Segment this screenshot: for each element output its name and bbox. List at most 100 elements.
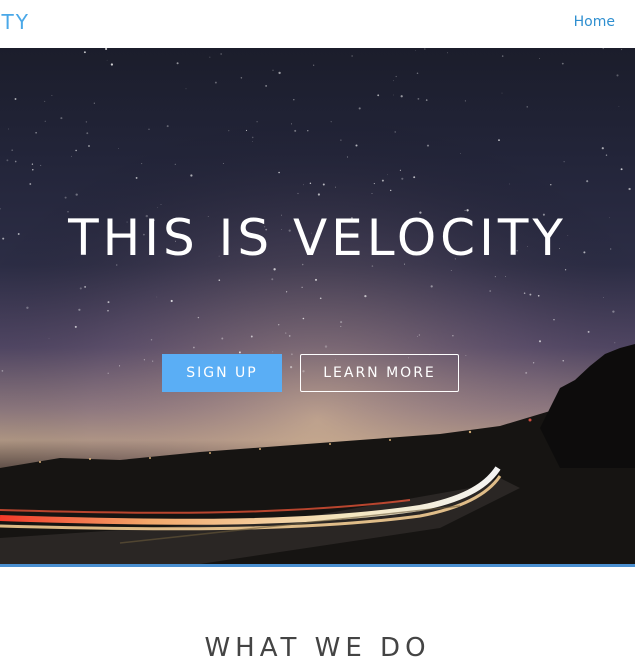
- star-dot: [351, 55, 353, 57]
- star-dot: [78, 308, 81, 311]
- star-dot: [148, 128, 150, 130]
- star-dot: [330, 121, 332, 123]
- star-dot: [459, 153, 461, 154]
- star-dot: [290, 366, 293, 369]
- star-dot: [628, 187, 631, 191]
- star-dot: [117, 147, 119, 149]
- star-dot: [71, 155, 72, 157]
- star-dot: [562, 360, 564, 362]
- navbar: VELOCITY Home: [0, 0, 635, 48]
- star-dot: [75, 149, 77, 152]
- star-dot: [603, 297, 604, 298]
- star-dot: [399, 169, 401, 171]
- star-dot: [616, 74, 619, 77]
- star-dot: [494, 276, 496, 278]
- star-dot: [278, 71, 281, 75]
- star-dot: [245, 129, 248, 131]
- star-dot: [35, 131, 37, 134]
- star-dot: [523, 292, 526, 294]
- star-dot: [291, 353, 293, 356]
- star-dot: [465, 355, 467, 356]
- star-dot: [190, 174, 193, 177]
- star-dot: [221, 337, 224, 340]
- star-dot: [509, 183, 511, 185]
- sign-up-button[interactable]: SIGN UP: [162, 354, 282, 392]
- star-dot: [313, 64, 315, 66]
- star-dot: [601, 147, 604, 150]
- star-dot: [317, 193, 320, 196]
- star-dot: [301, 286, 303, 288]
- star-dot: [505, 276, 506, 277]
- star-dot: [277, 323, 280, 326]
- star-dot: [452, 335, 454, 337]
- hero-divider: [0, 564, 635, 567]
- star-dot: [294, 129, 297, 132]
- star-dot: [252, 141, 253, 142]
- star-dot: [450, 270, 452, 271]
- star-dot: [417, 335, 418, 337]
- star-dot: [340, 139, 342, 141]
- star-dot: [309, 182, 312, 185]
- star-dot: [64, 196, 67, 199]
- learn-more-button[interactable]: LEARN MORE: [300, 354, 459, 392]
- star-dot: [307, 130, 309, 132]
- star-dot: [119, 365, 121, 367]
- star-dot: [389, 189, 392, 192]
- star-dot: [395, 75, 397, 78]
- star-dot: [197, 316, 200, 319]
- star-dot: [293, 98, 295, 101]
- star-dot: [529, 293, 532, 296]
- star-dot: [621, 49, 623, 51]
- star-dot: [501, 92, 503, 94]
- star-dot: [334, 186, 336, 188]
- star-dot: [340, 321, 343, 324]
- star-dot: [297, 192, 299, 195]
- star-dot: [88, 145, 90, 147]
- hero-banner: THIS IS VELOCITY SIGN UP LEARN MORE: [0, 48, 635, 564]
- star-dot: [83, 51, 86, 54]
- star-dot: [220, 53, 222, 55]
- star-dot: [209, 56, 211, 58]
- star-dot: [107, 309, 109, 312]
- star-dot: [85, 121, 88, 123]
- star-dot: [51, 95, 53, 96]
- star-dot: [501, 55, 504, 57]
- star-dot: [48, 338, 50, 340]
- star-dot: [602, 48, 604, 50]
- star-dot: [29, 183, 32, 185]
- star-dot: [14, 98, 17, 100]
- star-dot: [170, 299, 173, 303]
- star-dot: [135, 176, 138, 179]
- star-dot: [561, 62, 564, 65]
- star-dot: [364, 294, 367, 298]
- star-dot: [174, 163, 176, 165]
- star-dot: [539, 57, 540, 59]
- star-dot: [358, 107, 361, 110]
- star-dot: [251, 136, 254, 139]
- star-dot: [32, 169, 34, 171]
- star-dot: [381, 179, 384, 182]
- nav-home-link[interactable]: Home: [574, 14, 615, 30]
- brand-logo[interactable]: VELOCITY: [0, 10, 30, 34]
- star-dot: [152, 360, 154, 362]
- night-road-background-image: [0, 48, 635, 564]
- star-dot: [324, 345, 328, 348]
- star-dot: [107, 372, 109, 374]
- star-dot: [373, 183, 375, 185]
- star-dot: [143, 359, 146, 361]
- star-dot: [355, 144, 358, 147]
- star-dot: [285, 332, 287, 334]
- star-dot: [302, 317, 305, 320]
- star-dot: [214, 81, 217, 84]
- star-dot: [387, 174, 388, 176]
- star-dot: [86, 132, 89, 135]
- star-dot: [256, 121, 258, 123]
- star-dot: [537, 294, 540, 297]
- star-dot: [400, 95, 403, 98]
- star-dot: [377, 94, 380, 97]
- star-dot: [393, 94, 394, 96]
- star-dot: [93, 102, 95, 104]
- star-dot: [156, 296, 158, 298]
- star-dot: [426, 144, 430, 147]
- star-dot: [26, 306, 29, 309]
